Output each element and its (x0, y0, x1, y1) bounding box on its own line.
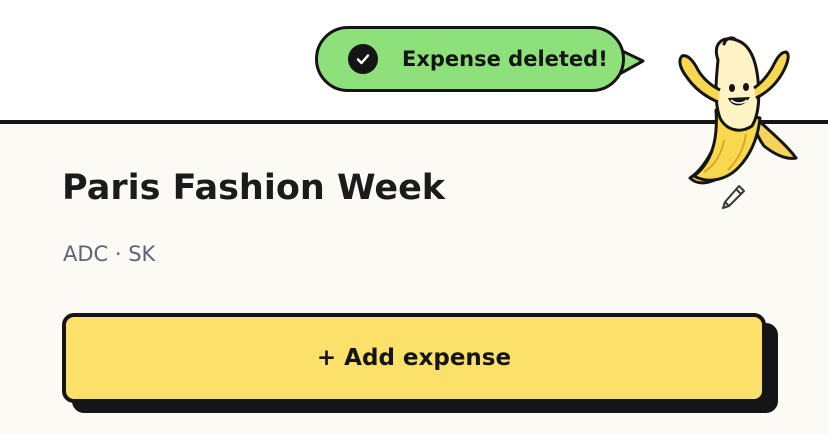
toast-notification: Expense deleted! (315, 26, 625, 92)
check-circle-icon (348, 44, 378, 74)
trip-members: ADC · SK (63, 242, 156, 266)
banana-mascot-icon (678, 36, 798, 185)
page-title: Paris Fashion Week (62, 168, 446, 208)
edit-trip-button[interactable] (716, 180, 750, 214)
add-expense-button[interactable]: + Add expense (62, 313, 766, 403)
toast-message: Expense deleted! (402, 47, 608, 71)
pencil-icon (722, 185, 745, 209)
